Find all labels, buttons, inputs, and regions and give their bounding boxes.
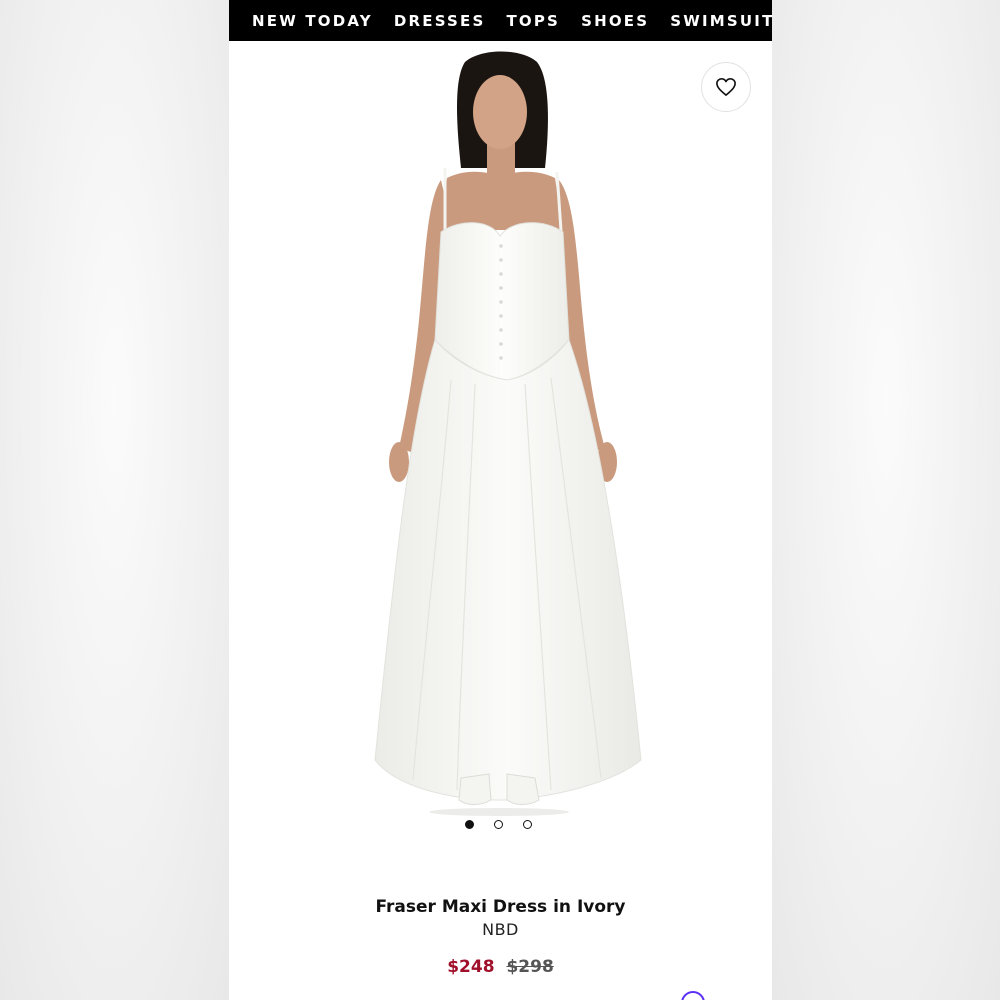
product-title: Fraser Maxi Dress in Ivory: [375, 897, 626, 917]
product-page: NEW TODAY DRESSES TOPS SHOES SWIMSUITS: [229, 0, 772, 1000]
product-brand[interactable]: NBD: [229, 920, 772, 939]
gallery-pagination: [465, 820, 532, 829]
nav-item-swimsuits[interactable]: SWIMSUITS: [670, 12, 772, 30]
payment-provider-icon[interactable]: [681, 991, 705, 1000]
blurred-backdrop-right: [772, 0, 1000, 1000]
add-to-wishlist-button[interactable]: [701, 62, 751, 112]
product-image[interactable]: [229, 41, 772, 861]
blurred-backdrop-left: [0, 0, 229, 1000]
gallery-dot-3[interactable]: [523, 820, 532, 829]
price-block: $248 $298: [229, 957, 772, 977]
category-nav: NEW TODAY DRESSES TOPS SHOES SWIMSUITS: [229, 0, 772, 41]
nav-item-tops[interactable]: TOPS: [506, 12, 560, 30]
sale-price: $248: [447, 957, 495, 977]
original-price: $298: [506, 957, 554, 977]
nav-item-shoes[interactable]: SHOES: [581, 12, 649, 30]
heart-outline-icon: [716, 78, 736, 96]
gallery-dot-1[interactable]: [465, 820, 474, 829]
gallery-dot-2[interactable]: [494, 820, 503, 829]
nav-item-dresses[interactable]: DRESSES: [394, 12, 486, 30]
nav-item-new-today[interactable]: NEW TODAY: [252, 12, 373, 30]
